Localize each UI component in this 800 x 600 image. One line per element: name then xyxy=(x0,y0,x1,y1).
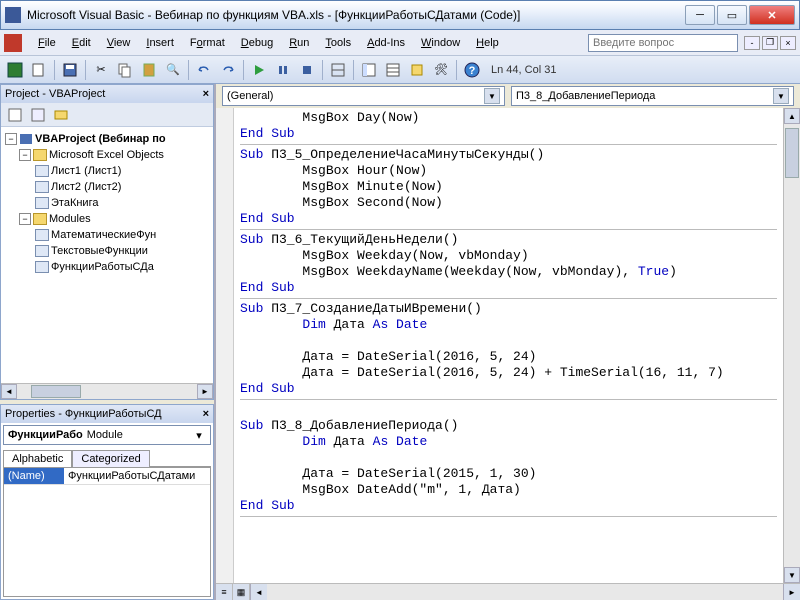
project-panel-title: Project - VBAProject xyxy=(5,88,105,100)
project-hscroll[interactable]: ◄ ► xyxy=(1,383,213,399)
mdi-restore[interactable]: ❐ xyxy=(762,36,778,50)
object-browser-icon[interactable] xyxy=(406,59,428,81)
project-panel-header: Project - VBAProject × xyxy=(1,85,213,103)
procedure-view-icon[interactable]: ≡ xyxy=(216,584,233,600)
toolbox-icon[interactable]: 🛠 xyxy=(430,59,452,81)
project-explorer-icon[interactable] xyxy=(358,59,380,81)
menu-insert[interactable]: Insert xyxy=(138,34,182,52)
cursor-position: Ln 44, Col 31 xyxy=(491,64,556,76)
project-panel-close-icon[interactable]: × xyxy=(203,88,209,100)
menu-window[interactable]: Window xyxy=(413,34,468,52)
help-icon[interactable]: ? xyxy=(461,59,483,81)
menubar: File Edit View Insert Format Debug Run T… xyxy=(0,30,800,56)
view-object-icon[interactable] xyxy=(28,105,48,125)
procedure-combo[interactable]: П3_8_ДобавлениеПериода ▼ xyxy=(511,86,794,106)
mdi-close[interactable]: × xyxy=(780,36,796,50)
toolbar: ✂ 🔍 🛠 ? Ln 44, Col 31 xyxy=(0,56,800,84)
insert-module-icon[interactable] xyxy=(28,59,50,81)
toggle-folders-icon[interactable] xyxy=(51,105,71,125)
cut-icon[interactable]: ✂ xyxy=(90,59,112,81)
break-icon[interactable] xyxy=(272,59,294,81)
menu-tools[interactable]: Tools xyxy=(317,34,359,52)
maximize-button[interactable]: ▭ xyxy=(717,5,747,25)
tree-mod2[interactable]: ТекстовыеФункции xyxy=(51,243,148,259)
code-editor[interactable]: MsgBox Day(Now) End Sub Sub П3_5_Определ… xyxy=(234,108,783,583)
properties-object-combo[interactable]: ФункцииРабо Module ▾ xyxy=(3,425,211,445)
close-button[interactable]: ✕ xyxy=(749,5,795,25)
find-icon[interactable]: 🔍 xyxy=(162,59,184,81)
code-hscroll[interactable] xyxy=(267,584,783,600)
view-excel-icon[interactable] xyxy=(4,59,26,81)
help-search-input[interactable] xyxy=(588,34,738,52)
tree-workbook[interactable]: ЭтаКнига xyxy=(51,195,98,211)
code-vscroll[interactable]: ▲ ▼ xyxy=(783,108,800,583)
design-mode-icon[interactable] xyxy=(327,59,349,81)
tree-excel-objects[interactable]: Microsoft Excel Objects xyxy=(49,147,164,163)
project-tree[interactable]: −VBAProject (Вебинар по −Microsoft Excel… xyxy=(1,127,213,383)
view-code-icon[interactable] xyxy=(5,105,25,125)
prop-name-value[interactable]: ФункцииРаботыСДатами xyxy=(64,468,210,484)
mdi-minimize[interactable]: - xyxy=(744,36,760,50)
menu-run[interactable]: Run xyxy=(281,34,317,52)
tree-mod1[interactable]: МатематическиеФун xyxy=(51,227,156,243)
tree-mod3[interactable]: ФункцииРаботыСДа xyxy=(51,259,154,275)
tab-alphabetic[interactable]: Alphabetic xyxy=(3,450,72,467)
menu-debug[interactable]: Debug xyxy=(233,34,281,52)
properties-panel-title: Properties - ФункцииРаботыСД xyxy=(5,408,162,420)
menu-view[interactable]: View xyxy=(99,34,139,52)
menu-edit[interactable]: Edit xyxy=(64,34,99,52)
chevron-down-icon: ▼ xyxy=(484,88,500,104)
undo-icon[interactable] xyxy=(193,59,215,81)
hscroll-left-icon[interactable]: ◄ xyxy=(250,584,267,600)
chevron-down-icon: ▾ xyxy=(192,429,206,442)
tree-modules[interactable]: Modules xyxy=(49,211,91,227)
properties-grid[interactable]: (Name) ФункцииРаботыСДатами xyxy=(3,467,211,597)
titlebar: Microsoft Visual Basic - Вебинар по функ… xyxy=(0,0,800,30)
properties-panel-close-icon[interactable]: × xyxy=(203,408,209,420)
tree-sheet1[interactable]: Лист1 (Лист1) xyxy=(51,163,121,179)
properties-panel-header: Properties - ФункцииРаботыСД × xyxy=(1,405,213,423)
object-combo[interactable]: (General) ▼ xyxy=(222,86,505,106)
copy-icon[interactable] xyxy=(114,59,136,81)
svg-text:?: ? xyxy=(469,65,476,77)
excel-icon xyxy=(4,34,22,52)
window-controls: ─ ▭ ✕ xyxy=(685,5,795,25)
redo-icon[interactable] xyxy=(217,59,239,81)
app-icon xyxy=(5,7,21,23)
tree-sheet2[interactable]: Лист2 (Лист2) xyxy=(51,179,121,195)
paste-icon[interactable] xyxy=(138,59,160,81)
menu-help[interactable]: Help xyxy=(468,34,507,52)
project-toolbar xyxy=(1,103,213,127)
window-title: Microsoft Visual Basic - Вебинар по функ… xyxy=(27,8,685,22)
prop-name-key: (Name) xyxy=(4,468,64,484)
tab-categorized[interactable]: Categorized xyxy=(72,450,149,467)
menu-addins[interactable]: Add-Ins xyxy=(359,34,413,52)
full-module-view-icon[interactable]: ▦ xyxy=(233,584,250,600)
code-bottom-bar: ≡ ▦ ◄ ► xyxy=(216,583,800,600)
reset-icon[interactable] xyxy=(296,59,318,81)
properties-icon[interactable] xyxy=(382,59,404,81)
minimize-button[interactable]: ─ xyxy=(685,5,715,25)
run-icon[interactable] xyxy=(248,59,270,81)
hscroll-right-icon[interactable]: ► xyxy=(783,584,800,600)
save-icon[interactable] xyxy=(59,59,81,81)
chevron-down-icon: ▼ xyxy=(773,88,789,104)
tree-root[interactable]: VBAProject (Вебинар по xyxy=(35,131,166,147)
code-gutter xyxy=(216,108,234,583)
menu-format[interactable]: Format xyxy=(182,34,233,52)
menu-file[interactable]: File xyxy=(30,34,64,52)
